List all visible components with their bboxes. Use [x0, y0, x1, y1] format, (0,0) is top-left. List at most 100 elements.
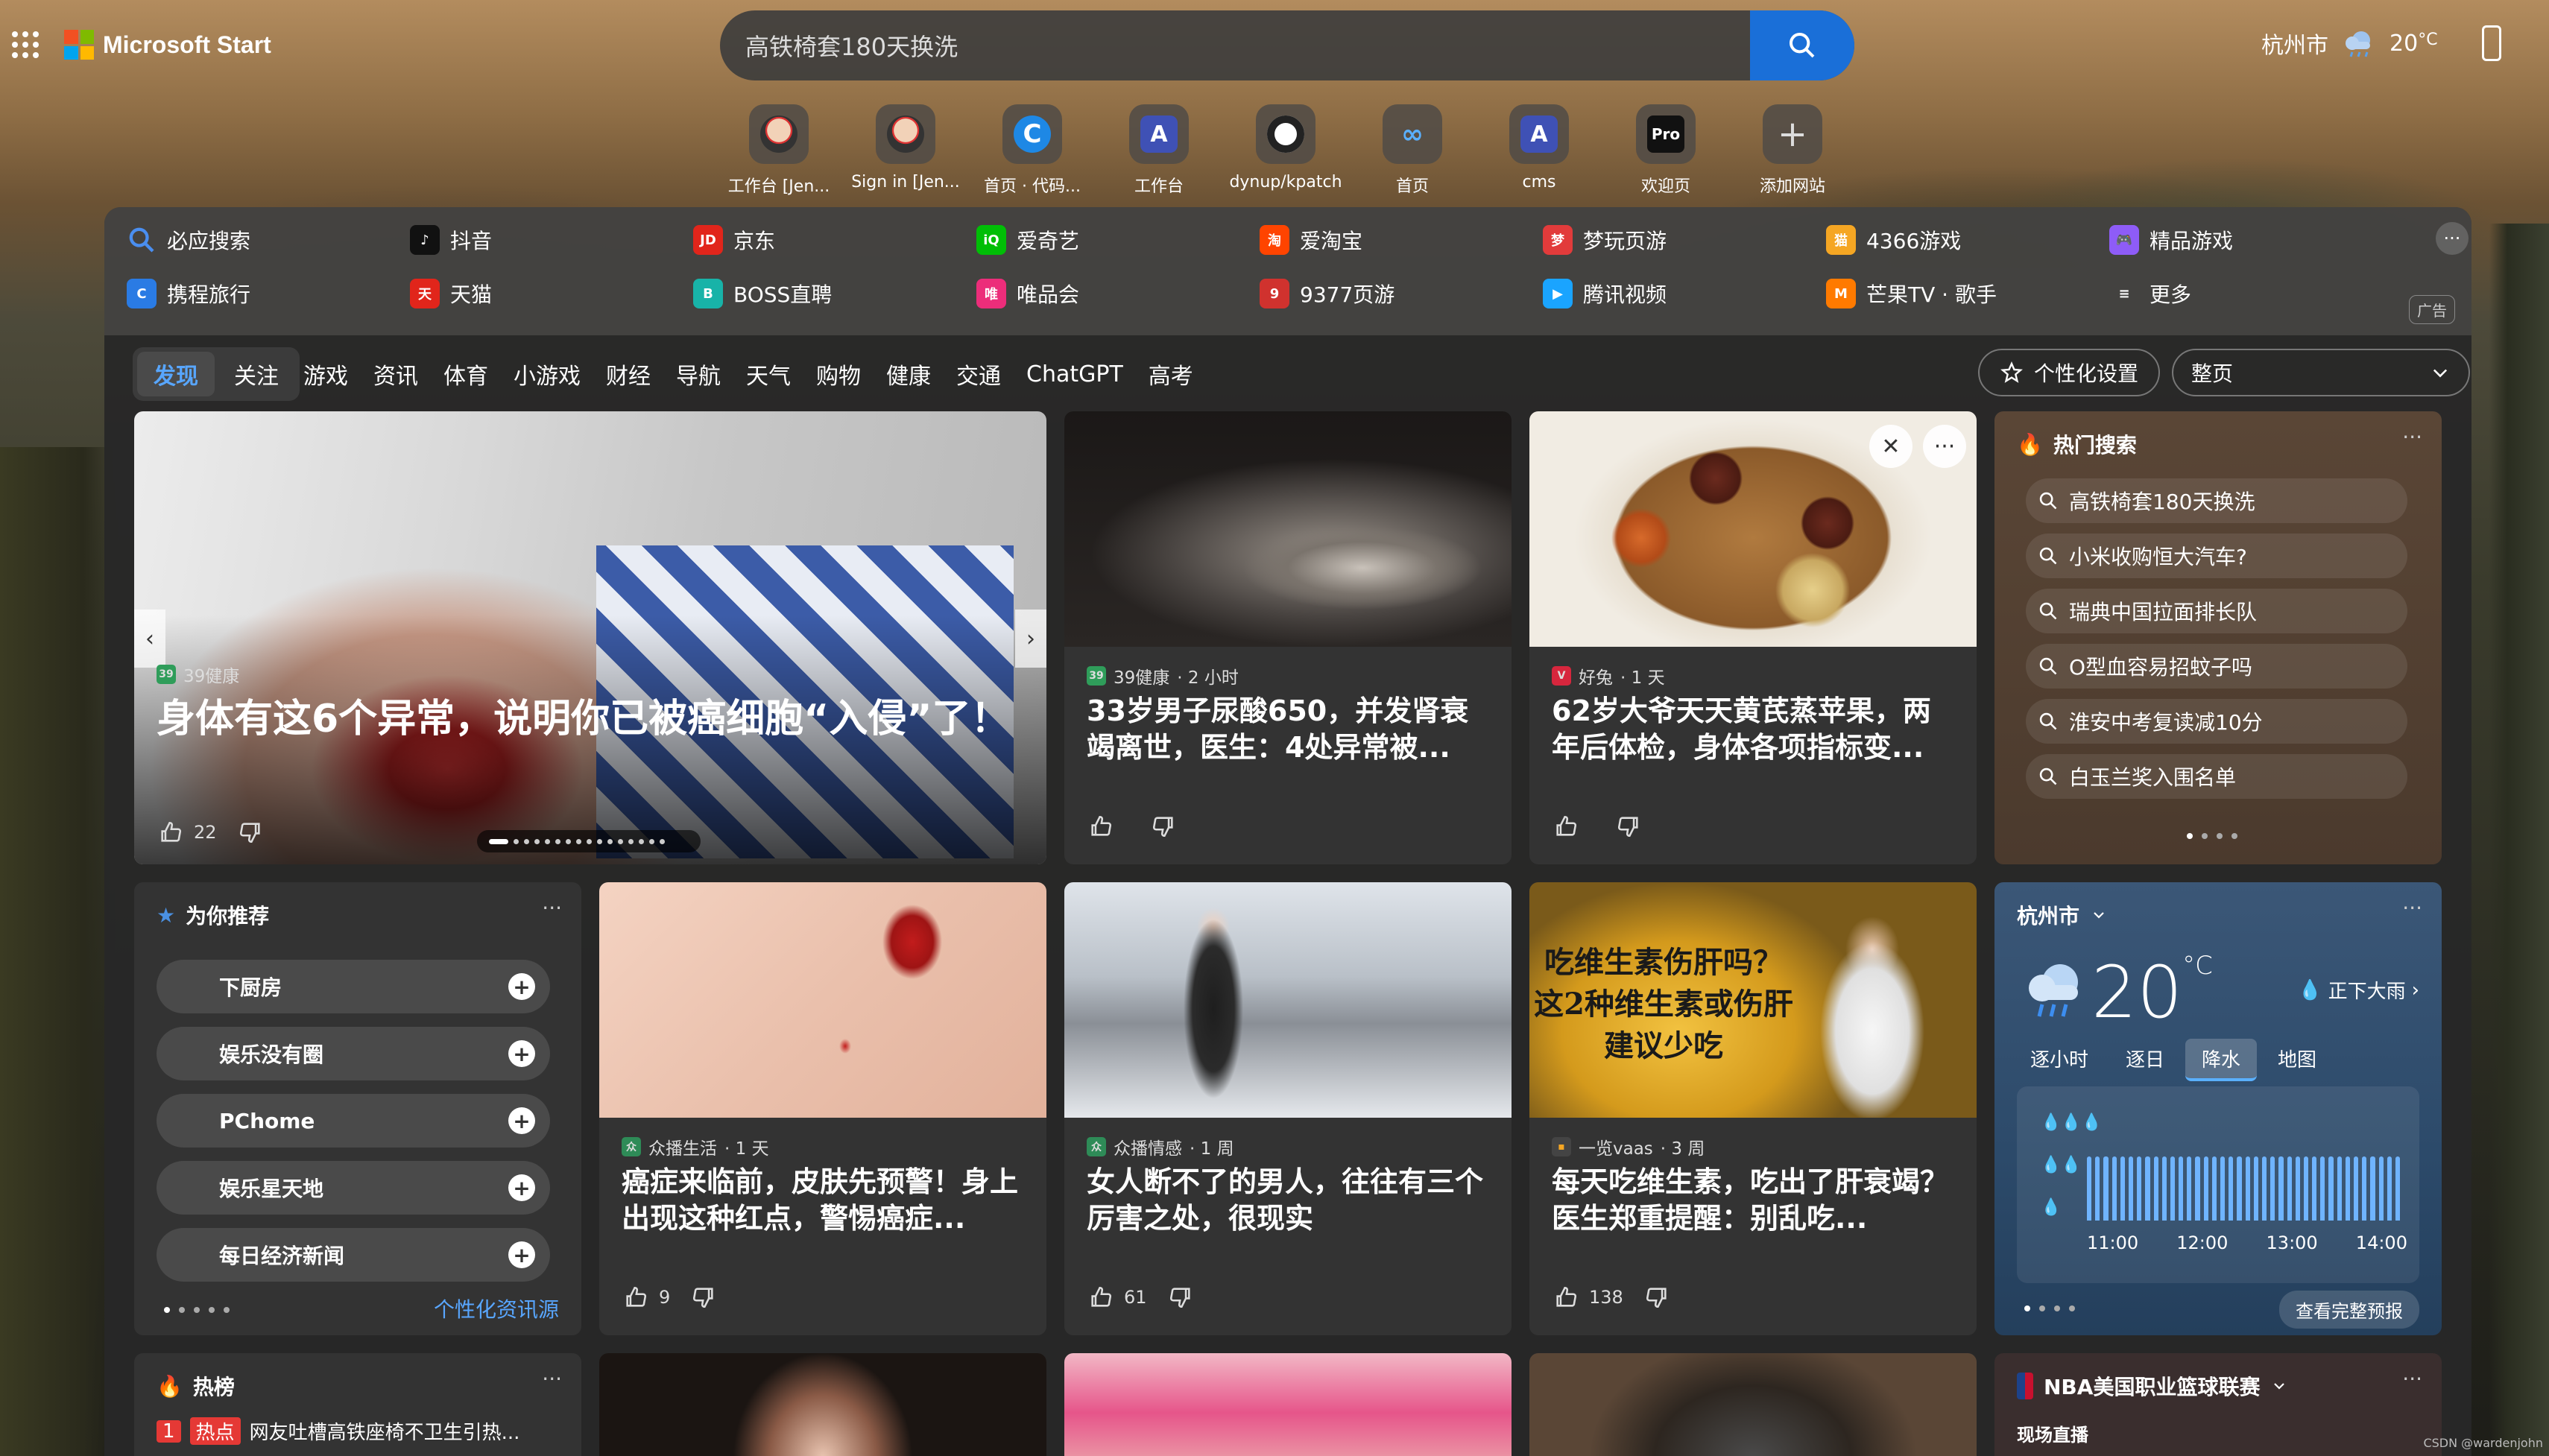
hot-search-item[interactable]: 小米收购恒大汽车? — [2026, 534, 2407, 578]
hot-search-item[interactable]: 瑞典中国拉面排长队 — [2026, 589, 2407, 633]
thumbs-up-icon[interactable] — [1088, 814, 1114, 839]
news-card[interactable]: 吃维生素伤肝吗？ 这2种维生素或伤肝 建议少吃 ▪ 一览vaas · 3 周 每… — [1529, 882, 1977, 1335]
hot-search-item[interactable]: 淮安中考复读减10分 — [2026, 699, 2407, 744]
quick-link[interactable]: Sign in [Jen... — [848, 104, 963, 197]
news-card[interactable] — [1064, 1353, 1512, 1456]
recommend-pager[interactable] — [164, 1307, 230, 1313]
tab-category[interactable]: 高考 — [1136, 358, 1206, 390]
recommended-source[interactable]: 下厨房 + — [157, 960, 550, 1013]
site-shortcut[interactable]: M 芒果TV · 歌手 — [1826, 279, 1997, 308]
thumbs-down-icon[interactable] — [691, 1285, 716, 1310]
tab-category[interactable]: 交通 — [944, 358, 1014, 390]
quick-link[interactable]: Pro 欢迎页 — [1608, 104, 1723, 197]
hero-headline[interactable]: 身体有这6个异常，说明你已被癌细胞“入侵”了！ — [157, 694, 1024, 744]
weather-more-button[interactable]: ··· — [2402, 896, 2422, 920]
nba-more-button[interactable]: ··· — [2402, 1367, 2422, 1391]
add-source-icon[interactable]: + — [508, 1174, 535, 1201]
add-source-icon[interactable]: + — [508, 1241, 535, 1268]
dismiss-card-button[interactable]: ✕ — [1869, 425, 1912, 468]
quick-link[interactable]: C 首页 · 代码... — [975, 104, 1090, 197]
recommended-source[interactable]: 每日经济新闻 + — [157, 1228, 550, 1282]
recommended-source[interactable]: 娱乐星天地 + — [157, 1161, 550, 1215]
carousel-indicator[interactable] — [477, 830, 701, 852]
news-card[interactable]: 众 众播情感 · 1 周 女人断不了的男人，往往有三个厉害之处，很现实 61 — [1064, 882, 1512, 1335]
site-shortcut[interactable]: 唯唯品会 — [976, 279, 1079, 308]
weather-tab[interactable]: 逐小时 — [2014, 1039, 2105, 1081]
card-headline[interactable]: 62岁大爷天天黄芪蒸苹果，两年后体检，身体各项指标变... — [1552, 693, 1954, 767]
site-shortcut[interactable]: 猫 4366游戏 — [1826, 225, 1961, 255]
hot-search-item[interactable]: O型血容易招蚊子吗 — [2026, 644, 2407, 689]
add-source-icon[interactable]: + — [508, 1040, 535, 1067]
card-headline[interactable]: 33岁男子尿酸650，并发肾衰竭离世，医生：4处异常被... — [1087, 693, 1489, 767]
weather-pager[interactable] — [2024, 1305, 2075, 1311]
card-headline[interactable]: 癌症来临前，皮肤先预警！身上出现这种红点，警惕癌症... — [622, 1164, 1024, 1238]
app-launcher-icon[interactable] — [10, 30, 40, 60]
card-headline[interactable]: 每天吃维生素，吃出了肝衰竭？医生郑重提醒：别乱吃... — [1552, 1164, 1954, 1238]
site-shortcut[interactable]: 天天猫 — [410, 279, 492, 308]
weather-location[interactable]: 杭州市 — [2017, 900, 2108, 930]
thumbs-up-icon[interactable] — [1553, 814, 1579, 839]
full-forecast-button[interactable]: 查看完整预报 — [2279, 1291, 2419, 1329]
tab-category[interactable]: 游戏 — [291, 358, 361, 390]
site-shortcut[interactable]: ♪ 抖音 — [410, 225, 492, 255]
site-shortcut[interactable]: JD 京东 — [693, 225, 775, 255]
thumbs-down-icon[interactable] — [1151, 814, 1176, 839]
thumbs-up-icon[interactable] — [1553, 1285, 1579, 1310]
carousel-next-button[interactable]: › — [1015, 610, 1046, 668]
hot-list-more-button[interactable]: ··· — [542, 1367, 562, 1391]
quick-link[interactable]: + 添加网站 — [1735, 104, 1850, 197]
hot-search-more-button[interactable]: ··· — [2402, 425, 2422, 449]
tab-category[interactable]: ChatGPT — [1014, 361, 1136, 387]
recommended-source[interactable]: 娱乐没有圈 + — [157, 1027, 550, 1080]
personalize-sources-link[interactable]: 个性化资讯源 — [434, 1294, 559, 1323]
carousel-prev-button[interactable]: ‹ — [134, 610, 165, 668]
news-card[interactable]: ✕ ··· V 好兔 · 1 天 62岁大爷天天黄芪蒸苹果，两年后体检，身体各项… — [1529, 411, 1977, 864]
thumbs-down-icon[interactable] — [1644, 1285, 1670, 1310]
personalize-button[interactable]: 个性化设置 — [1978, 349, 2160, 396]
site-shortcut[interactable]: 9 9377页游 — [1260, 279, 1394, 308]
quick-link[interactable]: dynup/kpatch — [1228, 104, 1343, 197]
site-shortcut[interactable]: 梦梦玩页游 — [1543, 225, 1667, 255]
tab-category[interactable]: 天气 — [733, 358, 803, 390]
site-shortcut[interactable]: C 携程旅行 — [127, 279, 250, 308]
weather-tab[interactable]: 逐日 — [2109, 1039, 2181, 1081]
site-shortcut[interactable]: ▶ 腾讯视频 — [1543, 279, 1667, 308]
layout-select[interactable]: 整页 — [2172, 349, 2470, 396]
thumbs-down-icon[interactable] — [238, 820, 263, 845]
quick-link[interactable]: 工作台 [Jen... — [721, 104, 836, 197]
site-shortcut[interactable]: B BOSS直聘 — [693, 279, 832, 308]
quick-link[interactable]: ∞ 首页 — [1355, 104, 1470, 197]
thumbs-up-icon[interactable] — [623, 1285, 648, 1310]
hot-search-item[interactable]: 高铁椅套180天换洗 — [2026, 478, 2407, 523]
mobile-app-icon[interactable] — [2482, 25, 2501, 61]
search-button[interactable] — [1750, 10, 1854, 80]
hot-search-pager[interactable] — [2187, 833, 2237, 839]
search-input[interactable] — [720, 10, 1750, 80]
tab-category[interactable]: 小游戏 — [501, 358, 593, 390]
brand[interactable]: Microsoft Start — [64, 30, 271, 60]
weather-tab[interactable]: 降水 — [2185, 1039, 2258, 1081]
tab-category[interactable]: 体育 — [431, 358, 501, 390]
news-card[interactable]: 众 众播生活 · 1 天 癌症来临前，皮肤先预警！身上出现这种红点，警惕癌症..… — [599, 882, 1046, 1335]
top-weather[interactable]: 杭州市 20°C — [2261, 27, 2438, 60]
news-card[interactable] — [599, 1353, 1046, 1456]
tab-category[interactable]: 资讯 — [361, 358, 431, 390]
weather-condition[interactable]: 💧 正下大雨 › — [2298, 976, 2419, 1004]
weather-tab[interactable]: 地图 — [2261, 1039, 2333, 1081]
tab-category[interactable]: 导航 — [663, 358, 733, 390]
site-shortcut[interactable]: iQ 爱奇艺 — [976, 225, 1079, 255]
sites-more-button[interactable]: ··· — [2436, 222, 2469, 255]
thumbs-down-icon[interactable] — [1616, 814, 1641, 839]
news-card[interactable]: 39 39健康 · 2 小时 33岁男子尿酸650，并发肾衰竭离世，医生：4处异… — [1064, 411, 1512, 864]
hot-search-item[interactable]: 白玉兰奖入围名单 — [2026, 754, 2407, 799]
thumbs-up-icon[interactable] — [158, 820, 183, 845]
tab-discover[interactable]: 发现 — [137, 352, 215, 396]
site-shortcut[interactable]: 🎮 精品游戏 — [2109, 225, 2233, 255]
tab-follow[interactable]: 关注 — [218, 352, 295, 396]
nba-header[interactable]: NBA美国职业篮球联赛 — [2017, 1371, 2288, 1401]
thumbs-down-icon[interactable] — [1168, 1285, 1193, 1310]
tab-category[interactable]: 购物 — [803, 358, 874, 390]
tab-category[interactable]: 财经 — [593, 358, 663, 390]
quick-link[interactable]: A 工作台 — [1102, 104, 1216, 197]
news-card[interactable] — [1529, 1353, 1977, 1456]
